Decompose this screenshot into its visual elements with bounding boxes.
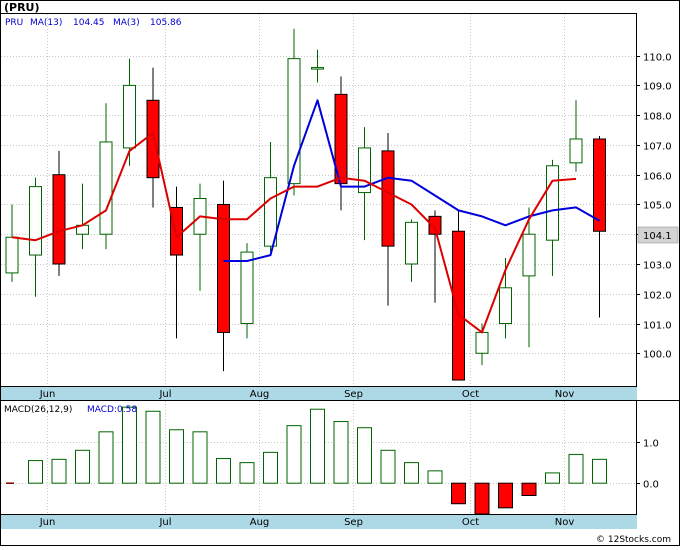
- candle-up: [522, 233, 536, 277]
- price-y-tick-label: 106.0: [643, 172, 672, 183]
- chart-container: 100.0101.0102.0103.0104.0105.0106.0107.0…: [0, 0, 680, 546]
- macd-x-tick-label: Oct: [462, 517, 479, 528]
- last-price-tag: 104.1: [643, 231, 672, 242]
- legend-symbol: PRU: [5, 18, 23, 28]
- macd-bar-negative: [451, 482, 466, 505]
- candle-up: [123, 84, 136, 149]
- candle-up: [405, 221, 418, 265]
- macd-bar-negative: [498, 482, 513, 509]
- legend-ma3-value: 105.86: [150, 18, 182, 28]
- site-credit: © 12Stocks.com: [596, 535, 671, 545]
- price-x-tick-label: Nov: [555, 389, 575, 400]
- macd-bar-positive: [28, 460, 43, 484]
- price-x-tick-label: Jun: [39, 389, 56, 400]
- macd-bar-positive: [75, 449, 90, 484]
- price-y-tick-label: 103.0: [643, 261, 672, 272]
- macd-bar-positive: [239, 462, 255, 484]
- macd-date-axis-band: [1, 515, 637, 529]
- candle-up: [311, 67, 324, 70]
- macd-bar-positive: [380, 449, 396, 484]
- price-x-tick-label: Aug: [250, 389, 270, 400]
- legend-ma3-label: MA(3): [113, 18, 140, 28]
- price-x-tick-label: Oct: [462, 389, 479, 400]
- price-x-tick-label: Jul: [158, 389, 171, 400]
- candle-up: [5, 236, 19, 274]
- legend-ma13-value: 104.45: [73, 18, 105, 28]
- macd-bar-positive: [192, 431, 208, 484]
- price-y-tick-label: 107.0: [643, 142, 672, 153]
- candle-down: [381, 150, 395, 247]
- price-y-tick-label: 101.0: [643, 321, 672, 332]
- macd-bar-positive: [427, 470, 443, 484]
- macd-x-tick-label: Jul: [158, 517, 171, 528]
- candle-up: [569, 138, 583, 164]
- macd-bar-positive: [169, 429, 184, 484]
- macd-x-tick-label: Nov: [555, 517, 575, 528]
- candle-up: [240, 251, 254, 325]
- candle-up: [499, 287, 512, 325]
- price-y-tick-label: 102.0: [643, 291, 672, 302]
- macd-value-label: MACD:0.58: [87, 405, 137, 415]
- macd-bar-positive: [310, 408, 325, 484]
- macd-params-label: MACD(26,12,9): [4, 405, 72, 415]
- candle-down: [52, 174, 66, 265]
- candle-up: [29, 186, 42, 256]
- macd-y-tick-label: 1.0: [643, 439, 659, 450]
- price-y-tick-label: 100.0: [643, 350, 672, 361]
- macd-bar-positive: [263, 451, 278, 484]
- macd-bar-positive: [333, 421, 349, 484]
- symbol-title: (PRU): [4, 1, 40, 14]
- macd-bar-positive: [357, 427, 372, 484]
- macd-x-tick-label: Jun: [39, 517, 56, 528]
- macd-bar-positive: [216, 458, 231, 484]
- macd-bar-positive: [592, 458, 607, 484]
- price-y-tick-label: 108.0: [643, 112, 672, 123]
- macd-bar-positive: [98, 431, 114, 484]
- candle-down: [146, 99, 160, 179]
- macd-bar-positive: [51, 458, 67, 484]
- macd-bar-negative: [474, 482, 490, 515]
- macd-y-tick-label: 0.0: [643, 480, 659, 491]
- price-y-tick-label: 110.0: [643, 53, 672, 64]
- macd-bar-positive: [404, 462, 419, 484]
- price-x-tick-label: Sep: [344, 389, 363, 400]
- legend-ma13-label: MA(13): [30, 18, 62, 28]
- candle-up: [99, 141, 113, 235]
- price-date-axis-band: [1, 387, 637, 400]
- macd-bar-positive: [122, 406, 137, 484]
- macd-x-tick-label: Aug: [250, 517, 270, 528]
- price-y-tick-label: 109.0: [643, 82, 672, 93]
- candle-up: [475, 331, 489, 354]
- macd-x-tick-label: Sep: [344, 517, 363, 528]
- macd-bar-negative: [521, 482, 537, 497]
- macd-bar-positive: [568, 453, 584, 484]
- macd-bar-positive: [286, 425, 302, 484]
- macd-bar-positive: [545, 472, 560, 484]
- stock-chart: 100.0101.0102.0103.0104.0105.0106.0107.0…: [0, 0, 680, 546]
- candle-down: [217, 203, 230, 333]
- macd-bar-positive: [145, 410, 161, 484]
- candle-down: [452, 230, 465, 381]
- candle-up: [546, 165, 559, 241]
- price-y-tick-label: 105.0: [643, 201, 672, 212]
